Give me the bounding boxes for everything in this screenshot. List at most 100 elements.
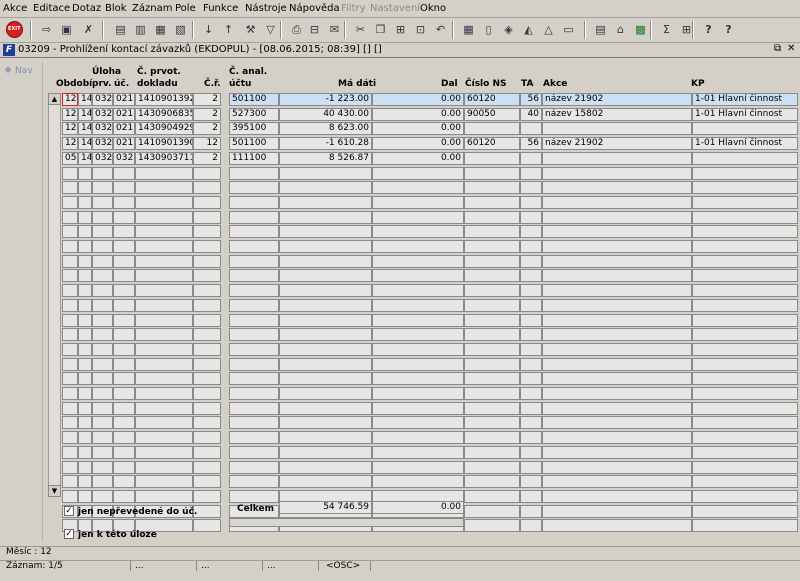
- cell-ucet[interactable]: [229, 431, 279, 444]
- cell-kp[interactable]: [692, 461, 798, 474]
- cell-doklad[interactable]: [135, 372, 193, 385]
- cell-doklad[interactable]: [135, 314, 193, 327]
- cell-ta[interactable]: [520, 314, 542, 327]
- cell-kp[interactable]: [692, 152, 798, 165]
- cell-akce[interactable]: [542, 461, 692, 474]
- cell-obdobi[interactable]: [62, 343, 78, 356]
- cell-uc[interactable]: [113, 240, 135, 253]
- cell-dal[interactable]: [372, 167, 464, 180]
- cell-akce[interactable]: [542, 328, 692, 341]
- cell-obdobi[interactable]: [62, 446, 78, 459]
- cell-obdobi[interactable]: [62, 358, 78, 371]
- cell-obdobi[interactable]: [62, 211, 78, 224]
- excel-icon[interactable]: ▩: [632, 21, 649, 38]
- cell-ta[interactable]: [520, 225, 542, 238]
- cell-dal[interactable]: [372, 284, 464, 297]
- cell-cr[interactable]: [193, 402, 221, 415]
- menu-item-1[interactable]: Editace: [33, 3, 70, 14]
- cell-dal[interactable]: [372, 372, 464, 385]
- cell-uc[interactable]: [113, 284, 135, 297]
- cell-prv[interactable]: [92, 343, 113, 356]
- cell-uloha[interactable]: 14: [78, 108, 92, 121]
- cell-uloha[interactable]: [78, 167, 92, 180]
- cell-uloha[interactable]: [78, 387, 92, 400]
- cell-uc[interactable]: 032: [113, 152, 135, 165]
- cell-kp[interactable]: [692, 372, 798, 385]
- cell-ma-dati[interactable]: [279, 269, 372, 282]
- cell-ta[interactable]: [520, 446, 542, 459]
- sort-asc-icon[interactable]: ↓: [200, 21, 217, 38]
- cell-obdobi[interactable]: 05: [62, 152, 78, 165]
- cell-ma-dati[interactable]: -1 610.28: [279, 137, 372, 150]
- cell-uc[interactable]: [113, 167, 135, 180]
- cell-cr[interactable]: [193, 461, 221, 474]
- cell-obdobi[interactable]: 12: [62, 137, 78, 150]
- cell-obdobi[interactable]: 12: [62, 108, 78, 121]
- cell-dal[interactable]: [372, 475, 464, 488]
- cell-ns[interactable]: 60120: [464, 137, 520, 150]
- cell-uc[interactable]: [113, 225, 135, 238]
- cell-ucet[interactable]: [229, 387, 279, 400]
- cell-obdobi[interactable]: [62, 372, 78, 385]
- cell-ns[interactable]: [464, 152, 520, 165]
- calculator-icon[interactable]: ▦: [460, 21, 477, 38]
- cell-ns[interactable]: [464, 211, 520, 224]
- cell-prv[interactable]: [92, 240, 113, 253]
- cell-akce[interactable]: [542, 122, 692, 135]
- cell-cr[interactable]: [193, 358, 221, 371]
- cell-akce[interactable]: [542, 343, 692, 356]
- cell-obdobi[interactable]: [62, 255, 78, 268]
- cell-ns[interactable]: [464, 343, 520, 356]
- cell-uloha[interactable]: [78, 328, 92, 341]
- cell-uloha[interactable]: [78, 299, 92, 312]
- cell-uloha[interactable]: [78, 240, 92, 253]
- cell-uloha[interactable]: [78, 372, 92, 385]
- cell-kp[interactable]: [692, 387, 798, 400]
- cell-ucet[interactable]: 527300: [229, 108, 279, 121]
- scroll-up-icon[interactable]: ▲: [48, 93, 61, 105]
- cell-ucet[interactable]: [229, 269, 279, 282]
- cell-ucet[interactable]: [229, 416, 279, 429]
- cell-uloha[interactable]: [78, 284, 92, 297]
- scroll-down-icon[interactable]: ▼: [48, 485, 61, 497]
- cell-dal[interactable]: [372, 181, 464, 194]
- menu-item-8[interactable]: Nápověda: [289, 3, 340, 14]
- cell-ma-dati[interactable]: [279, 284, 372, 297]
- cell-doklad[interactable]: [135, 446, 193, 459]
- cell-akce[interactable]: [542, 402, 692, 415]
- cell-kp[interactable]: [692, 490, 798, 503]
- cell-ma-dati[interactable]: [279, 358, 372, 371]
- cell-obdobi[interactable]: [62, 240, 78, 253]
- cell-akce[interactable]: název 15802: [542, 108, 692, 121]
- cell-uloha[interactable]: [78, 255, 92, 268]
- cell-obdobi[interactable]: [62, 387, 78, 400]
- plugin-icon[interactable]: ◈: [500, 21, 517, 38]
- cell-akce[interactable]: [542, 240, 692, 253]
- cell-ma-dati[interactable]: [279, 225, 372, 238]
- checkbox-k-teto-uloze[interactable]: ✓: [64, 529, 74, 539]
- cell-dal[interactable]: [372, 196, 464, 209]
- cell-cr[interactable]: [193, 431, 221, 444]
- cell-kp[interactable]: 1-01 Hlavní činnost: [692, 108, 798, 121]
- cell-ucet[interactable]: [229, 299, 279, 312]
- cell-prv[interactable]: 032: [92, 93, 113, 106]
- cancel-query-icon[interactable]: ✗: [80, 21, 97, 38]
- cell-uloha[interactable]: [78, 269, 92, 282]
- cell-doklad[interactable]: [135, 343, 193, 356]
- cell-ns[interactable]: [464, 225, 520, 238]
- cell-akce[interactable]: [542, 269, 692, 282]
- cell-ma-dati[interactable]: [279, 461, 372, 474]
- cell-doklad[interactable]: [135, 269, 193, 282]
- cell-ta[interactable]: [520, 461, 542, 474]
- cell-cr[interactable]: [193, 328, 221, 341]
- cell-uloha[interactable]: [78, 431, 92, 444]
- cell-prv[interactable]: [92, 490, 113, 503]
- cell-ns[interactable]: [464, 269, 520, 282]
- enter-query-icon[interactable]: ⇨: [38, 21, 55, 38]
- cell-doklad[interactable]: [135, 416, 193, 429]
- cell-prv[interactable]: [92, 299, 113, 312]
- nav-label[interactable]: ❖ Nav: [4, 66, 33, 76]
- cell-ta[interactable]: [520, 299, 542, 312]
- cell-uloha[interactable]: [78, 461, 92, 474]
- menu-item-7[interactable]: Nástroje: [245, 3, 287, 14]
